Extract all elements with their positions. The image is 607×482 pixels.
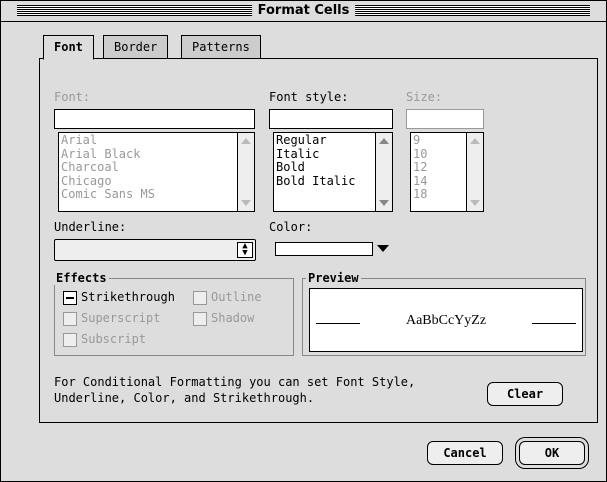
list-item[interactable]: Arial Black [61,148,236,162]
conditional-formatting-note: For Conditional Formatting you can set F… [54,374,415,406]
list-item[interactable]: 12 [413,161,465,175]
font-style-label: Font style: [269,90,349,104]
font-style-input[interactable] [269,109,393,129]
scroll-down-arrow-icon[interactable] [379,200,389,206]
scroll-up-arrow-icon[interactable] [470,138,480,144]
size-input[interactable] [406,109,484,129]
strikethrough-label[interactable]: Strikethrough [81,290,175,304]
font-label: Font: [54,90,91,104]
underline-label: Underline: [54,220,127,234]
subscript-checkbox[interactable] [63,333,77,347]
size-list[interactable]: 9 10 12 14 18 [410,132,484,212]
subscript-label[interactable]: Subscript [81,332,146,346]
superscript-label[interactable]: Superscript [81,311,160,325]
strikethrough-checkbox[interactable] [63,291,77,305]
list-item[interactable]: Regular [276,134,374,148]
font-style-list[interactable]: Regular Italic Bold Bold Italic [273,132,393,212]
scroll-up-arrow-icon[interactable] [379,138,389,144]
font-input[interactable] [54,109,255,129]
list-item[interactable]: 10 [413,148,465,162]
scroll-down-arrow-icon[interactable] [241,200,251,206]
color-popup[interactable] [269,239,395,257]
font-list-scrollbar[interactable] [237,133,254,211]
outline-label[interactable]: Outline [211,290,262,304]
superscript-checkbox[interactable] [63,312,77,326]
font-style-list-scrollbar[interactable] [375,133,392,211]
tab-border[interactable]: Border [103,35,169,58]
list-item[interactable]: 9 [413,134,465,148]
tab-patterns[interactable]: Patterns [181,35,261,58]
list-item[interactable]: Bold Italic [276,175,374,189]
color-swatch [275,242,373,256]
scroll-down-arrow-icon[interactable] [470,200,480,206]
scroll-up-arrow-icon[interactable] [241,138,251,144]
size-label: Size: [406,90,443,104]
mixed-state-dash-icon [66,297,74,299]
list-item[interactable]: Charcoal [61,161,236,175]
list-item[interactable]: 18 [413,188,465,202]
font-list[interactable]: Arial Arial Black Charcoal Chicago Comic… [58,132,255,212]
preview-box: AaBbCcYyZz [309,288,583,352]
clear-button[interactable]: Clear [487,382,563,406]
format-cells-dialog: Format Cells Font Border Patterns Font: … [0,0,607,482]
preview-title: Preview [306,271,361,285]
list-item[interactable]: Italic [276,148,374,162]
list-item[interactable]: Comic Sans MS [61,188,236,202]
shadow-label[interactable]: Shadow [211,311,254,325]
title-bar[interactable]: Format Cells [1,1,606,22]
shadow-checkbox[interactable] [193,312,207,326]
list-item[interactable]: Arial [61,134,236,148]
color-label: Color: [269,220,313,234]
popup-arrows-icon: ▲ ▼ [237,242,253,258]
outline-checkbox[interactable] [193,291,207,305]
list-item[interactable]: Bold [276,161,374,175]
note-line-1: For Conditional Formatting you can set F… [54,375,416,389]
list-item[interactable]: Chicago [61,175,236,189]
underline-popup[interactable]: ▲ ▼ [54,239,256,261]
ok-button[interactable]: OK [519,441,585,465]
effects-title: Effects [54,271,109,285]
cancel-button[interactable]: Cancel [427,441,503,465]
note-line-2: Underline, Color, and Strikethrough. [54,391,315,405]
size-list-scrollbar[interactable] [466,133,483,211]
window-title: Format Cells [251,1,356,21]
preview-sample-text: AaBbCcYyZz [405,313,487,328]
dropdown-arrow-icon [377,245,389,252]
list-item[interactable]: 14 [413,175,465,189]
tab-font[interactable]: Font [43,35,94,60]
